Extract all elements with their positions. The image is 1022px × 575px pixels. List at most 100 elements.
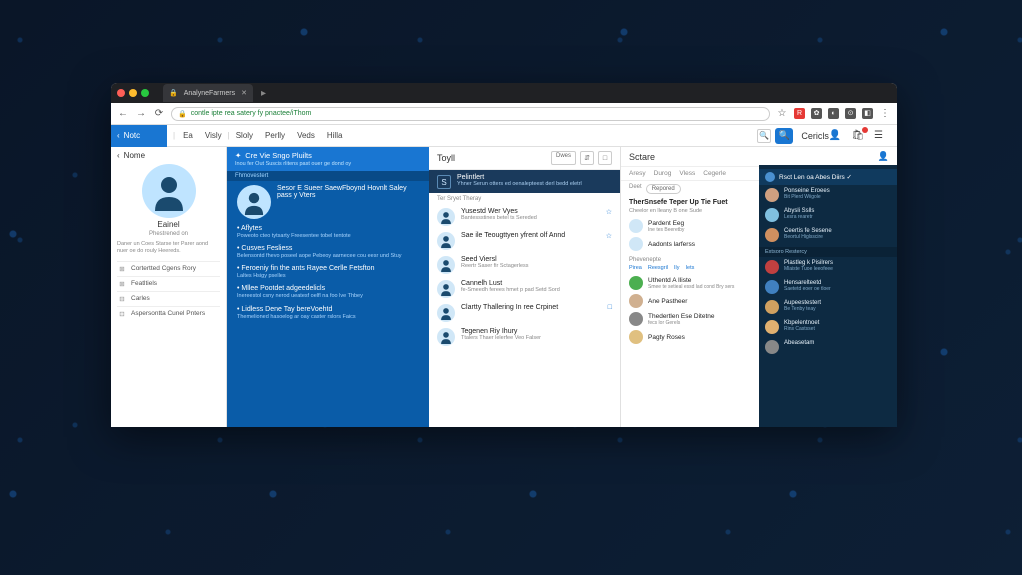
avatar: [437, 208, 455, 226]
sidebar-header[interactable]: ‹ Nome: [117, 151, 220, 160]
list-item[interactable]: Plastleg k PisilrersMlaiste Tuoe leeofee…: [759, 257, 897, 277]
blue-item[interactable]: Mllee Pootdet adgeedeliclsInereestol csn…: [237, 285, 419, 300]
feed-item[interactable]: Clartty Thallering In ree Crpinet□: [429, 301, 620, 325]
blue-item[interactable]: Lidless Dene Tay bereVoehtdThemelioned h…: [237, 306, 419, 321]
star-icon[interactable]: ☆: [606, 208, 612, 216]
reload-button[interactable]: ⟳: [153, 108, 165, 120]
blue-item-desc: Inereestol csny nerod ueatesf oelfl na f…: [237, 293, 419, 300]
avatar: [437, 280, 455, 298]
menu-item[interactable]: Ea: [177, 131, 199, 140]
sidebar-header-label: Nome: [124, 151, 145, 160]
link[interactable]: Pirea: [629, 265, 642, 271]
blue-item[interactable]: Feroeniy fin the ants Rayee Cerlle Fetsf…: [237, 265, 419, 280]
item-sub: Lesra rearetr: [784, 214, 814, 220]
feed-item[interactable]: Tegenen Riy IhuryTtalers Thaer lelerfee …: [429, 325, 620, 349]
hamburger-icon[interactable]: ☰: [874, 130, 883, 141]
menu-item[interactable]: Perlly: [259, 131, 291, 140]
bookmark-icon[interactable]: ☆: [776, 108, 788, 120]
dark-header-label: Rsct Len oa Abes Diirs ✓: [779, 173, 852, 181]
section-title: Cericls: [801, 131, 829, 141]
search-button[interactable]: 🔍: [775, 128, 793, 144]
url-input[interactable]: 🔒 contle ipte rea satery fy pnactee/iTho…: [171, 107, 770, 121]
avatar: [765, 320, 779, 334]
list-item[interactable]: KbpelentnoetRins Castsset: [759, 317, 897, 337]
close-window-icon[interactable]: [117, 89, 125, 97]
menu-item[interactable]: Veds: [291, 131, 321, 140]
close-tab-icon[interactable]: ✕: [241, 89, 247, 97]
avatar: [629, 312, 643, 326]
minimize-window-icon[interactable]: [129, 89, 137, 97]
list-item[interactable]: HensarelteetdSaetetd eoer oe tloer: [759, 277, 897, 297]
avatar: [237, 185, 271, 219]
notifications-icon[interactable]: 🛍: [851, 130, 864, 141]
tab-item[interactable]: Aresy: [629, 170, 646, 177]
feed-action[interactable]: Dwes: [551, 151, 576, 165]
list-item[interactable]: Abeasetam: [759, 337, 897, 357]
star-icon[interactable]: □: [608, 304, 612, 311]
avatar[interactable]: [142, 164, 196, 218]
banner-icon: S: [437, 175, 451, 189]
blue-item-desc: Laltes Hsigy pselles: [237, 273, 419, 280]
avatar: [437, 232, 455, 250]
tab-item[interactable]: Cegerle: [703, 170, 726, 177]
list-item[interactable]: Ponseine EroeesBit Plerd Wiigole: [759, 185, 897, 205]
lock-icon: 🔒: [178, 110, 187, 118]
app-toolbar: ‹ Notc | Ea Visly | Sloly Perlly Veds Hi…: [111, 125, 897, 147]
blue-item[interactable]: Cusves FesliessBelensontd fhevo poseel a…: [237, 245, 419, 260]
tab-item[interactable]: Durog: [654, 170, 672, 177]
feed-item[interactable]: Sae ile Teougttyen yfrent olf Annd☆: [429, 229, 620, 253]
sidebar-item[interactable]: ⊞Featltiels: [117, 276, 220, 291]
menu-item[interactable]: Hilla: [321, 131, 349, 140]
item-title: Thedertlen Ese Ditetne: [648, 313, 714, 320]
list-item[interactable]: Ceertis fe SeseneBeortul Higlsscire: [759, 225, 897, 245]
browser-tab[interactable]: 🔒 AnalyneFarmers ✕: [163, 84, 253, 102]
expand-icon[interactable]: □: [598, 151, 612, 165]
right-title: Sctare: [629, 152, 655, 162]
extension-icon[interactable]: ◐: [828, 108, 839, 119]
banner-sub: Yhner Serun otters ed oenalepteest derl …: [457, 181, 582, 187]
tab-item[interactable]: Vless: [679, 170, 695, 177]
menu-item[interactable]: Sloly: [230, 131, 259, 140]
tab-strip: 🔒 AnalyneFarmers ✕ ▸: [111, 83, 897, 103]
feed-item-sub: Bantessstines betel ts Sereded: [461, 215, 600, 221]
filter-pill[interactable]: Repored: [646, 184, 681, 194]
user-icon[interactable]: 👤: [829, 130, 841, 141]
feed-item[interactable]: Yusestd Wer VyesBantessstines betel ts S…: [429, 205, 620, 229]
avatar: [437, 304, 455, 322]
list-item[interactable]: AupeestestertBe Tenby teay: [759, 297, 897, 317]
maximize-window-icon[interactable]: [141, 89, 149, 97]
back-button[interactable]: ←: [117, 108, 129, 120]
extension-icon[interactable]: ◧: [862, 108, 873, 119]
link[interactable]: Iets: [686, 265, 695, 271]
new-tab-button[interactable]: ▸: [261, 88, 266, 99]
link[interactable]: Ily: [674, 265, 680, 271]
forward-button[interactable]: →: [135, 108, 147, 120]
menu-item[interactable]: Visly: [199, 131, 228, 140]
menu-icon[interactable]: ⋮: [879, 108, 891, 120]
extension-icon[interactable]: R: [794, 108, 805, 119]
link[interactable]: Reesgril: [648, 265, 668, 271]
star-icon[interactable]: ☆: [606, 232, 612, 240]
search-icon[interactable]: 👤: [878, 151, 889, 162]
blue-item-desc: Poweoto cteo tytsarty Freesentee tobel t…: [237, 233, 419, 240]
extension-icon[interactable]: ⊙: [845, 108, 856, 119]
sort-icon[interactable]: ⇵: [580, 151, 594, 165]
sidebar-item[interactable]: ⊡Aspersontta Cunel Pnters: [117, 306, 220, 321]
dark-panel: Rsct Len oa Abes Diirs ✓ Ponseine Eroees…: [759, 165, 897, 427]
blue-item[interactable]: AflytesPoweoto cteo tytsarty Freesentee …: [237, 225, 419, 240]
avatar: [765, 300, 779, 314]
sidebar-item-icon: ⊞: [117, 265, 127, 273]
feed-item[interactable]: Seed VierslReertr Saser fir Sctagerless: [429, 253, 620, 277]
brand-bar[interactable]: ‹ Notc: [111, 125, 167, 147]
sidebar-item-label: Cortertted Cgens Rory: [131, 265, 196, 272]
feed-item[interactable]: Cannelh Lustfe-Smeedh ferees hmet p pad …: [429, 277, 620, 301]
sidebar-item[interactable]: ⊞ Cortertted Cgens Rory: [117, 261, 220, 276]
feed-banner[interactable]: S Pelintlert Yhner Serun otters ed oenal…: [429, 170, 620, 193]
right-column: Sctare 👤 Aresy Durog Vless Cegerle Deet …: [621, 147, 897, 427]
search-small-icon[interactable]: 🔍: [757, 129, 771, 143]
extension-icon[interactable]: ✿: [811, 108, 822, 119]
dark-panel-header: Rsct Len oa Abes Diirs ✓: [759, 169, 897, 185]
item-title: Ane Pastheer: [648, 298, 687, 305]
list-item[interactable]: Abysli SsllsLesra rearetr: [759, 205, 897, 225]
sidebar-item[interactable]: ⊟Carles: [117, 291, 220, 306]
